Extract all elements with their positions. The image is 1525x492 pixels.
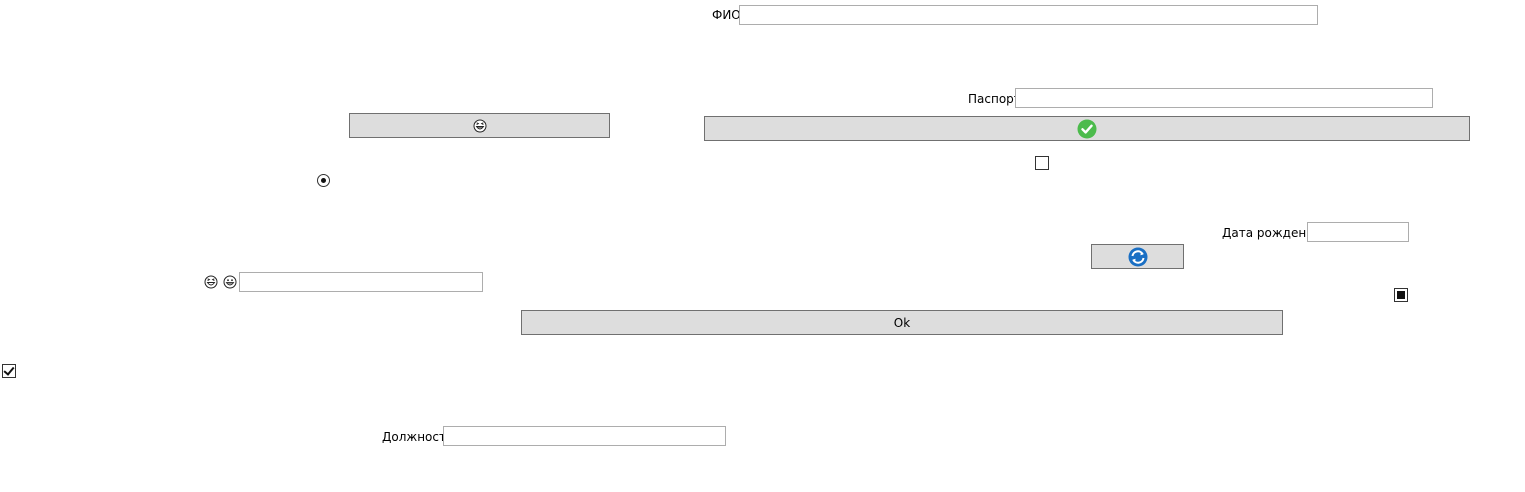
green-checkmark-icon	[1077, 119, 1097, 138]
checkbox-top[interactable]	[1035, 156, 1049, 170]
checkbox-left[interactable]	[2, 364, 16, 378]
blue-refresh-icon	[1128, 247, 1147, 266]
laughing-face-icon	[204, 275, 218, 289]
emoji-input[interactable]	[239, 272, 483, 292]
refresh-button[interactable]	[1091, 244, 1184, 269]
confirm-button[interactable]	[704, 116, 1470, 141]
fio-field[interactable]	[739, 5, 1318, 25]
laughing-face-icon	[473, 119, 486, 132]
position-field[interactable]	[443, 426, 726, 446]
ok-button[interactable]: Ok	[521, 310, 1283, 335]
passport-label: Паспорт	[968, 92, 1021, 106]
checkbox-indeterminate[interactable]	[1394, 288, 1408, 302]
birthdate-field[interactable]	[1307, 222, 1409, 242]
passport-field[interactable]	[1015, 88, 1433, 108]
checkmark-icon	[3, 364, 15, 376]
radio-option[interactable]	[317, 174, 330, 187]
indeterminate-mark	[1397, 291, 1405, 299]
grinning-face-icon	[223, 275, 237, 289]
fio-label: ФИО	[712, 8, 741, 22]
emoji-button[interactable]	[349, 113, 610, 138]
radio-selected-dot	[321, 178, 326, 183]
